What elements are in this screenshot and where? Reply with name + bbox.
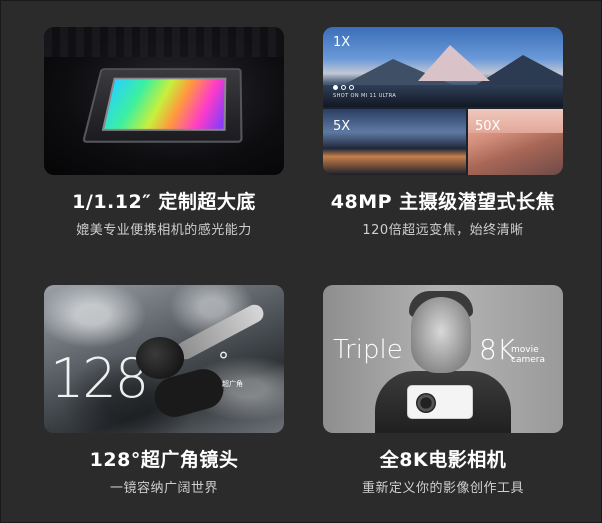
feature-subtitle-telephoto: 120倍超远变焦，始终清晰 bbox=[362, 223, 524, 238]
feature-title-8k: 全8K电影相机 bbox=[379, 449, 507, 471]
pager-dot bbox=[341, 85, 346, 90]
overlay-number: 128 bbox=[50, 347, 149, 410]
phone-device bbox=[407, 385, 473, 419]
feature-title-ultrawide: 128°超广角镜头 bbox=[89, 449, 239, 471]
feature-subtitle-8k: 重新定义你的影像创作工具 bbox=[361, 481, 524, 496]
swimmer-head bbox=[136, 337, 184, 379]
overlay-triple: Triple bbox=[333, 335, 403, 365]
camera-lens-icon bbox=[416, 393, 436, 413]
overlay-degree: ° bbox=[218, 349, 229, 374]
sensor-background bbox=[44, 27, 284, 57]
mountain-peak bbox=[418, 45, 490, 81]
overlay-tag: 超广角 bbox=[222, 380, 243, 388]
movie-camera-image: Triple 8K movie camera bbox=[323, 285, 563, 433]
ultrawide-image: 128 ° 超广角 bbox=[44, 285, 284, 433]
feature-title-telephoto: 48MP 主摄级潜望式长焦 bbox=[330, 191, 556, 213]
overlay-8k: 8K bbox=[479, 333, 516, 366]
person-head bbox=[411, 297, 471, 373]
zoom-image: 1X SHOT ON MI 11 ULTRA 5X 50X bbox=[323, 27, 563, 175]
feature-title-sensor: 1/1.12″ 定制超大底 bbox=[72, 191, 256, 213]
overlay-movie-camera: movie camera bbox=[511, 345, 545, 365]
feature-subtitle-sensor: 媲美专业便携相机的感光能力 bbox=[76, 223, 252, 238]
feature-subtitle-ultrawide: 一镜容纳广阔世界 bbox=[109, 481, 218, 496]
sensor-chip bbox=[81, 68, 243, 143]
shot-on-watermark: SHOT ON MI 11 ULTRA bbox=[333, 93, 397, 99]
zoom-label-1x: 1X bbox=[333, 35, 351, 50]
zoom-label-50x: 50X bbox=[475, 119, 501, 134]
pager-dot-active bbox=[333, 85, 338, 90]
pager-dots bbox=[333, 85, 354, 90]
pager-dot bbox=[349, 85, 354, 90]
zoom-label-5x: 5X bbox=[333, 119, 351, 134]
sensor-die bbox=[101, 77, 227, 131]
sensor-image bbox=[44, 27, 284, 175]
